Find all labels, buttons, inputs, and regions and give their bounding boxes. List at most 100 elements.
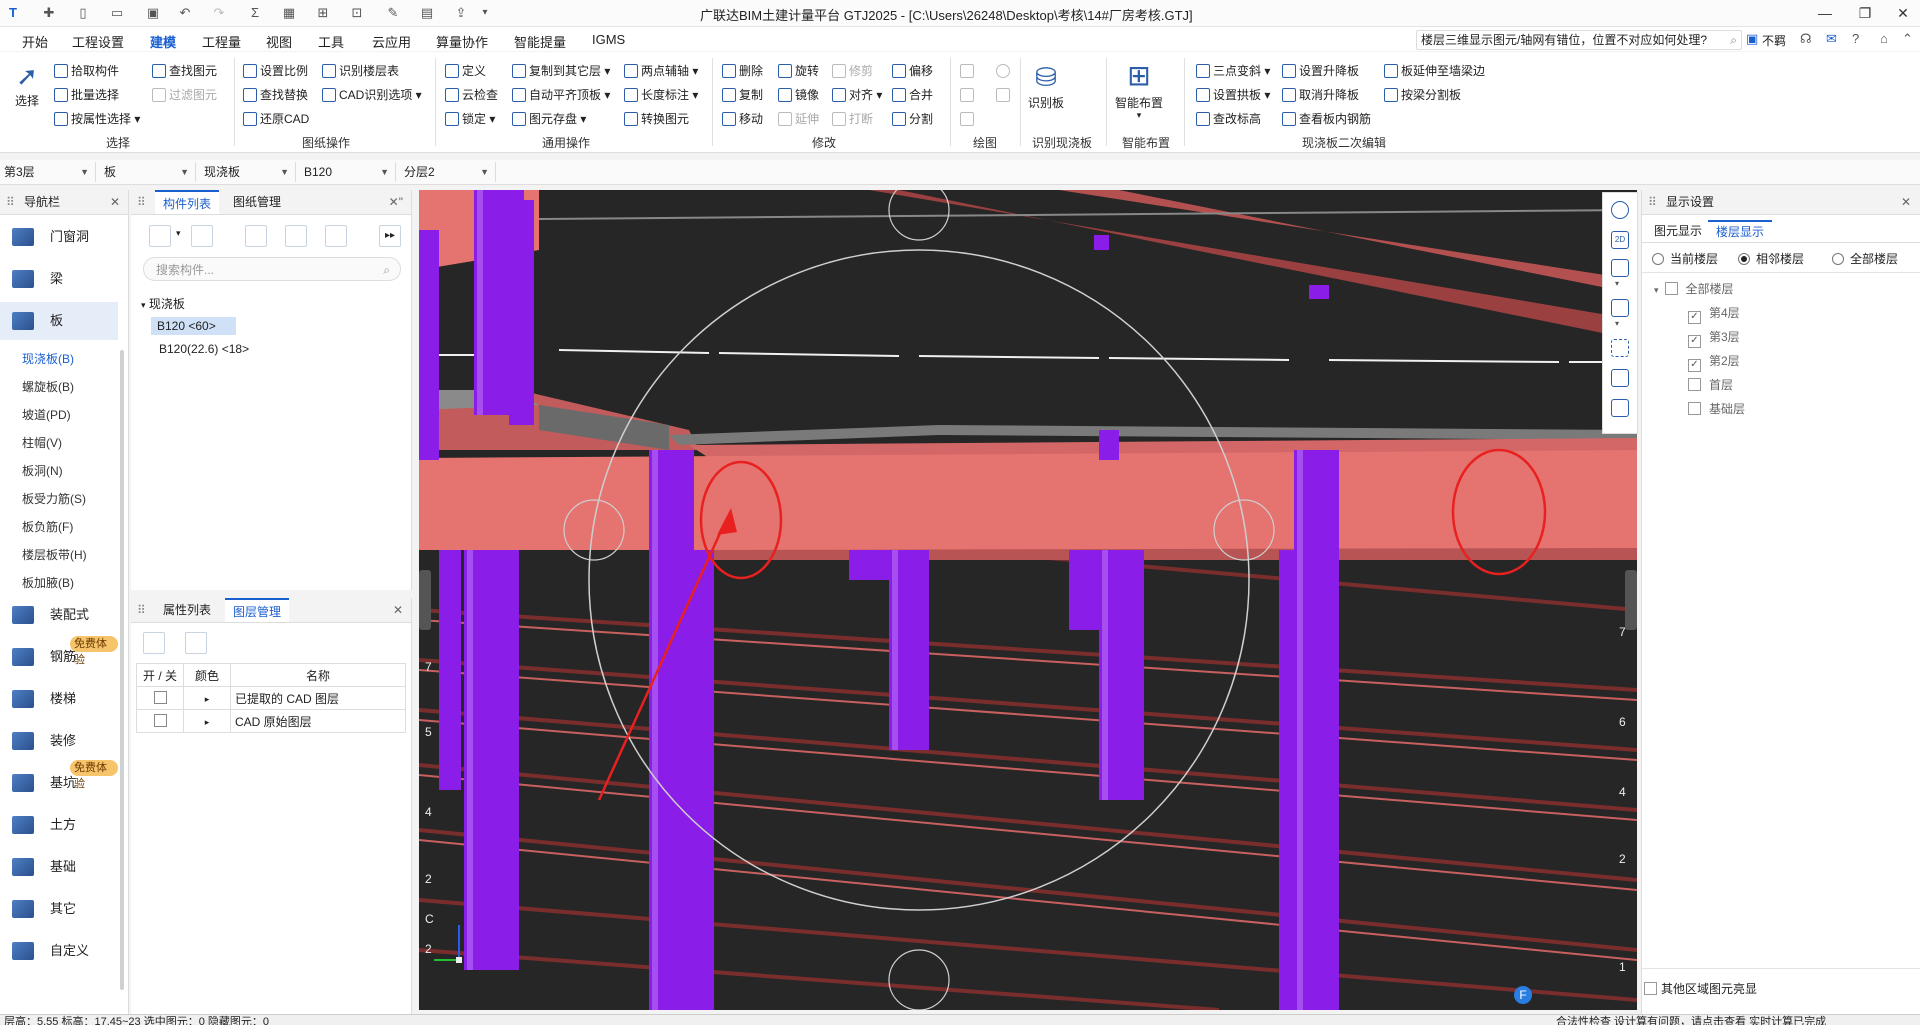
minimize-button[interactable]: — [1810,3,1840,23]
nav-scrollbar[interactable] [120,350,124,990]
drag-handle-icon[interactable]: ⠿ [137,598,146,622]
layer-toggle-checkbox[interactable] [153,714,167,727]
checkbox[interactable] [1644,982,1657,995]
radio-adjacent-floor[interactable]: 相邻楼层 [1738,250,1804,267]
floor-item[interactable]: ✓ 第4层 [1688,304,1740,324]
close-icon[interactable]: ✕" [389,190,403,214]
recognize-slab-button[interactable]: ⛁ 识别板 [1026,60,1066,111]
split-by-beam-button[interactable]: 按梁分割板 [1384,86,1461,104]
nav-item-doors-windows[interactable]: 门窗洞 [0,218,118,256]
highlight-other-areas-option[interactable]: 其他区域图元亮显 [1644,980,1757,997]
cad-options-button[interactable]: CAD识别选项 ▾ [322,86,422,104]
expand-icon[interactable]: ▸ [205,717,210,727]
blank-doc-icon[interactable]: ▯ [74,4,92,22]
menu-tools[interactable]: 工具 [318,32,344,51]
set-raise-lower-button[interactable]: 设置升降板 [1282,62,1359,80]
tree-all-floors[interactable]: ▾ 全部楼层 [1654,280,1734,297]
select-tool-button[interactable]: ➚ 选择 [12,60,42,109]
component-search-input[interactable]: 搜索构件... ⌕ [143,257,401,281]
tab-property-list[interactable]: 属性列表 [155,598,219,622]
checkbox-checked[interactable]: ✓ [1688,311,1701,324]
checkbox-checked[interactable]: ✓ [1688,359,1701,372]
2d-view-icon[interactable]: 2D [1611,231,1629,249]
two-point-axis-button[interactable]: 两点辅轴 ▾ [624,62,698,80]
floor-select[interactable]: 第3层 ▼ [0,162,96,182]
radio-all-floors[interactable]: 全部楼层 [1832,250,1898,267]
length-dimension-button[interactable]: 长度标注 ▾ [624,86,698,104]
chevron-down-icon[interactable]: ▾ [176,228,181,239]
nav-sub-cast-slab[interactable]: 现浇板(B) [22,350,74,367]
3d-model-canvas[interactable] [419,190,1637,1010]
tab-drawing-management[interactable]: 图纸管理 [225,190,289,214]
extend-to-wall-button[interactable]: 板延伸至墙梁边 [1384,62,1485,80]
nav-item-pit[interactable]: 基坑 免费体验 [0,760,118,802]
nav-sub-spiral-slab[interactable]: 螺旋板(B) [22,378,74,395]
collapse-ribbon-icon[interactable]: ⌃ [1902,31,1913,47]
find-replace-button[interactable]: 查找替换 [243,86,308,104]
orbit-handle-bottom[interactable] [888,949,950,1010]
tree-expand-icon[interactable]: ▾ [1654,285,1659,295]
mirror-button[interactable]: 镜像 [778,86,819,104]
pick-component-button[interactable]: 拾取构件 [54,62,119,80]
nav-sub-slab-rebar[interactable]: 板受力筋(S) [22,490,86,507]
tab-component-list[interactable]: 构件列表 [155,190,220,214]
layer-copy-button[interactable] [285,225,307,247]
grid-icon[interactable]: ⊞ [314,4,332,22]
tree-root-cast-slab[interactable]: ▾ 现浇板 [141,295,185,312]
section-box-icon[interactable] [1611,369,1629,387]
break-button[interactable]: 打断 [832,110,873,128]
right-collapse-handle[interactable] [1625,570,1637,630]
checkbox-checked[interactable]: ✓ [1688,335,1701,348]
draw-point-button[interactable] [960,62,977,80]
nav-item-earthwork[interactable]: 土方 [0,806,118,844]
tab-element-display[interactable]: 图元显示 [1646,220,1710,242]
component-select[interactable]: B120 ▼ [300,162,396,182]
save-element-button[interactable]: 图元存盘 ▾ [512,110,586,128]
floor-item[interactable]: 基础层 [1688,400,1745,417]
export-icon[interactable]: ⇪ [452,4,470,22]
help-search-input[interactable]: 楼层三维显示图元/轴网有错位，位置不对应如何处理? ⌕ [1416,30,1742,50]
set-arch-slab-button[interactable]: 设置拱板 ▾ [1196,86,1270,104]
checkbox[interactable] [1688,402,1701,415]
nav-item-decoration[interactable]: 装修 [0,722,118,760]
checkbox[interactable] [1688,378,1701,391]
layer-toggle-checkbox[interactable] [153,691,167,704]
chevron-down-icon[interactable]: ▾ [1615,279,1619,288]
smart-layout-button[interactable]: ⊞ 智能布置 ▾ [1114,58,1164,120]
move-button[interactable]: 移动 [722,110,763,128]
maximize-button[interactable]: ❐ [1850,3,1880,23]
three-point-slope-button[interactable]: 三点变斜 ▾ [1196,62,1270,80]
filter-element-button[interactable]: 过滤图元 [152,86,217,104]
table-icon[interactable]: ▦ [280,4,298,22]
3d-viewport[interactable]: 7 6 4 2 1 7 5 4 2 C 2 F [419,190,1637,1010]
save-icon[interactable]: ▣ [144,4,162,22]
offset-button[interactable]: 偏移 [892,62,933,80]
menu-start[interactable]: 开始 [22,32,48,51]
nav-item-prefab[interactable]: 装配式 [0,596,118,634]
select-by-attribute-button[interactable]: 按属性选择 ▾ [54,110,140,128]
close-icon[interactable]: ✕ [110,190,120,214]
nav-item-custom[interactable]: 自定义 [0,932,118,970]
nav-item-slab[interactable]: 板 [0,302,118,340]
nav-sub-column-cap[interactable]: 柱帽(V) [22,434,62,451]
draw-arc-button[interactable] [960,110,977,128]
menu-project-settings[interactable]: 工程设置 [72,32,124,51]
left-collapse-handle[interactable] [419,570,431,630]
nav-sub-floor-strip[interactable]: 楼层板带(H) [22,546,87,563]
copy-button[interactable]: 复制 [722,86,763,104]
headset-icon[interactable]: ☊ [1800,31,1812,47]
redo-icon[interactable]: ↷ [210,4,228,22]
new-file-icon[interactable]: ✚ [40,4,58,22]
close-icon[interactable]: ✕ [393,598,403,622]
box-view-icon[interactable] [1611,299,1629,317]
nav-item-foundation[interactable]: 基础 [0,848,118,886]
check-elevation-button[interactable]: 查改标高 [1196,110,1261,128]
recognize-floor-table-button[interactable]: 识别楼层表 [322,62,399,80]
tab-floor-display[interactable]: 楼层显示 [1708,220,1773,242]
category-select[interactable]: 板 ▼ [100,162,196,182]
trim-button[interactable]: 修剪 [832,62,873,80]
username[interactable]: 不羁 [1762,32,1786,49]
nav-item-other[interactable]: 其它 [0,890,118,928]
help-icon[interactable]: ? [1852,31,1859,46]
draw-rect-button[interactable] [996,86,1013,104]
